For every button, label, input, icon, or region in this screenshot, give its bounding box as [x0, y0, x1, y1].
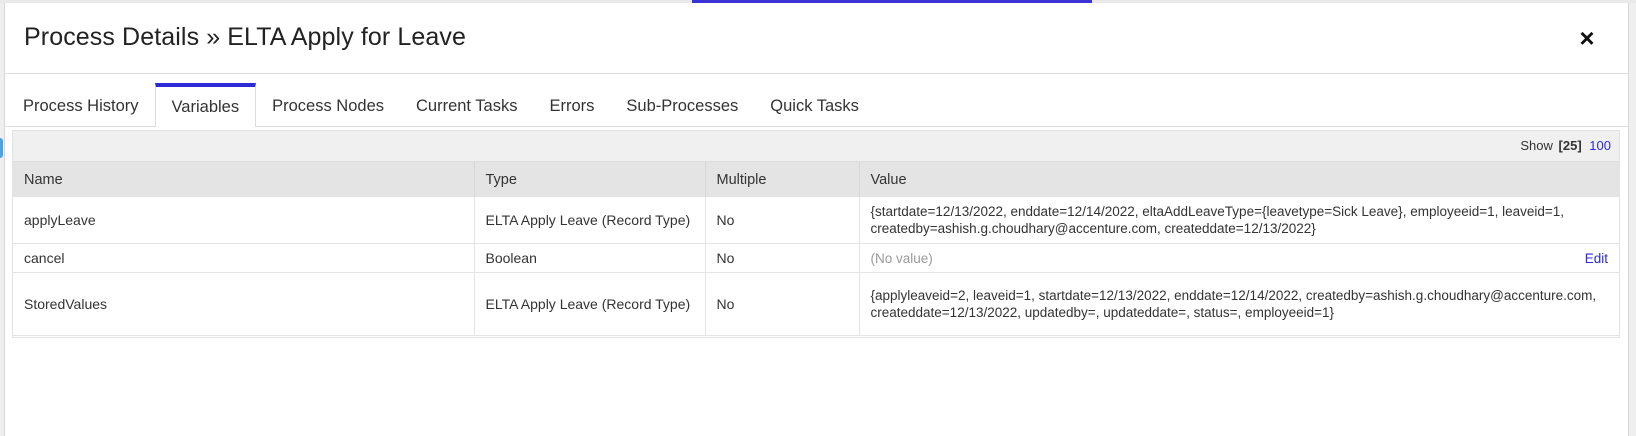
edit-link[interactable]: Edit	[1585, 250, 1608, 267]
page-size-selector: Show [25] 100	[1520, 138, 1611, 153]
grid-toolbar: Show [25] 100	[13, 131, 1619, 162]
cell-value: {startdate=12/13/2022, enddate=12/14/202…	[859, 197, 1619, 244]
close-icon[interactable]: ×	[1576, 25, 1598, 51]
tab-quick-tasks[interactable]: Quick Tasks	[754, 83, 875, 126]
dialog-title: Process Details » ELTA Apply for Leave	[24, 23, 466, 51]
tab-errors[interactable]: Errors	[533, 83, 610, 126]
page-size-100-link[interactable]: 100	[1589, 138, 1611, 153]
cell-name: StoredValues	[13, 272, 475, 336]
column-header-name[interactable]: Name	[13, 162, 475, 197]
tab-bar: Process History Variables Process Nodes …	[5, 83, 1628, 127]
dialog-header: Process Details » ELTA Apply for Leave ×	[5, 3, 1628, 74]
tab-process-history[interactable]: Process History	[7, 83, 155, 126]
cell-name: applyLeave	[13, 197, 475, 244]
column-header-value[interactable]: Value	[859, 162, 1619, 197]
page-size-current: [25]	[1558, 138, 1582, 153]
cell-multiple: No	[705, 272, 860, 336]
table-row: StoredValues ELTA Apply Leave (Record Ty…	[13, 272, 1619, 336]
tab-sub-processes[interactable]: Sub-Processes	[610, 83, 754, 126]
cell-type: ELTA Apply Leave (Record Type)	[474, 272, 706, 336]
cell-name: cancel	[13, 243, 475, 273]
variables-grid: Show [25] 100 Name Type Multiple Value a…	[12, 130, 1620, 338]
table-row: applyLeave ELTA Apply Leave (Record Type…	[13, 197, 1619, 244]
cell-value: {applyleaveid=2, leaveid=1, startdate=12…	[859, 272, 1619, 336]
process-details-dialog: Process Details » ELTA Apply for Leave ×…	[4, 3, 1629, 436]
cell-value: (No value) Edit	[859, 243, 1619, 273]
column-header-multiple[interactable]: Multiple	[705, 162, 860, 197]
table-row: cancel Boolean No (No value) Edit	[13, 243, 1619, 273]
table-header-row: Name Type Multiple Value	[13, 162, 1619, 197]
variables-table: Name Type Multiple Value applyLeave ELTA…	[13, 162, 1619, 336]
tab-variables[interactable]: Variables	[154, 83, 257, 127]
cell-type: ELTA Apply Leave (Record Type)	[474, 197, 706, 244]
tab-process-nodes[interactable]: Process Nodes	[256, 83, 400, 126]
no-value-text: (No value)	[870, 250, 933, 266]
background-edge	[0, 138, 3, 158]
cell-type: Boolean	[474, 243, 706, 273]
cell-multiple: No	[705, 197, 860, 244]
cell-multiple: No	[705, 243, 860, 273]
column-header-type[interactable]: Type	[474, 162, 706, 197]
tab-current-tasks[interactable]: Current Tasks	[400, 83, 533, 126]
show-label: Show	[1520, 138, 1553, 153]
